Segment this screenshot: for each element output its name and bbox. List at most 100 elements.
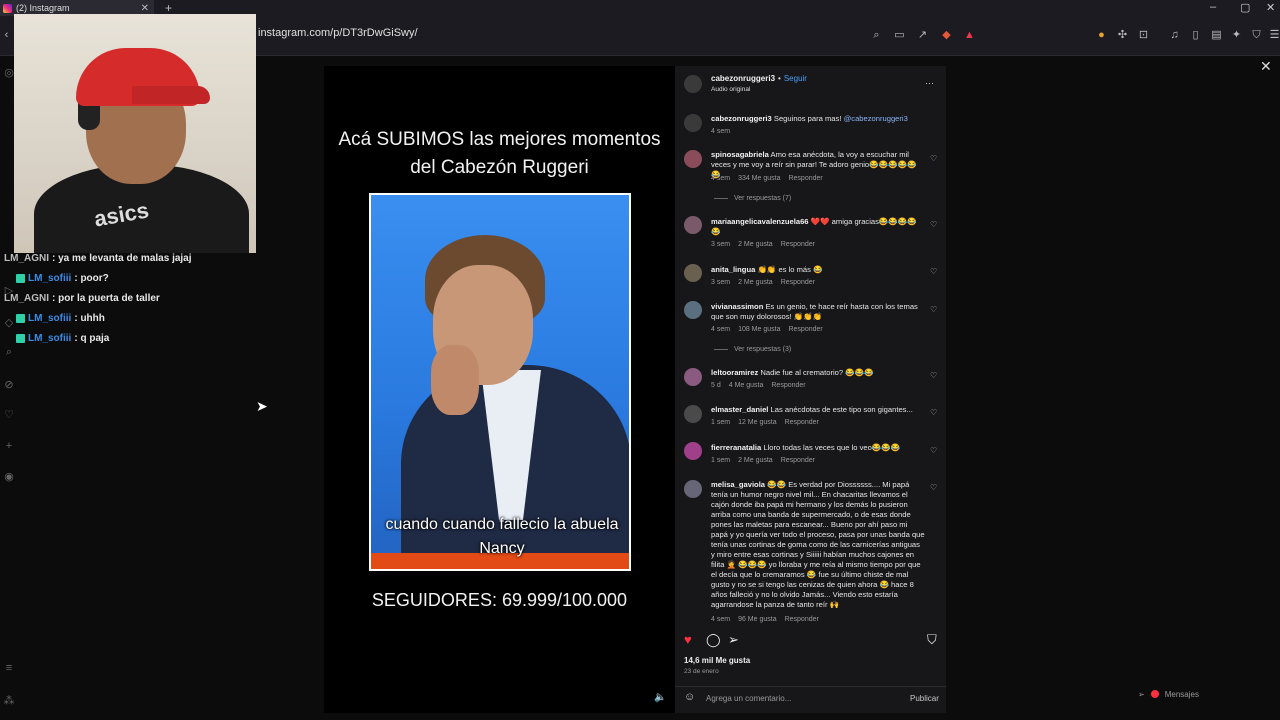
- reply-button[interactable]: Responder: [781, 241, 815, 248]
- comment-user[interactable]: leltooramirez: [711, 368, 758, 377]
- comment-user[interactable]: spinosagabriela: [711, 150, 769, 159]
- comment-meta: 3 sem 2 Me gusta Responder: [711, 279, 815, 286]
- audio-label[interactable]: Audio original: [711, 86, 750, 93]
- avatar[interactable]: [684, 264, 702, 282]
- comment-user[interactable]: melisa_gaviola: [711, 480, 765, 489]
- instagram-icon: [3, 3, 12, 13]
- brave-shield-icon[interactable]: ◆: [940, 29, 953, 42]
- minimize-button[interactable]: –: [1210, 1, 1216, 13]
- caption-mention[interactable]: @cabezonruggeri3: [844, 114, 908, 123]
- address-bar[interactable]: instagram.com/p/DT3rDwGiSwy/: [258, 27, 418, 39]
- comment-user[interactable]: mariaangelicavalenzuela66: [711, 217, 809, 226]
- brave-rewards-icon[interactable]: ▲: [963, 29, 976, 42]
- comment-likes[interactable]: 96 Me gusta: [738, 616, 777, 623]
- like-comment-icon[interactable]: ♡: [930, 220, 937, 229]
- close-tab-icon[interactable]: ✕: [141, 3, 149, 14]
- like-comment-icon[interactable]: ♡: [930, 267, 937, 276]
- reply-button[interactable]: Responder: [781, 457, 815, 464]
- comment-user[interactable]: anita_lingua: [711, 265, 755, 274]
- apps-icon[interactable]: ⁂: [2, 694, 16, 708]
- comment-likes[interactable]: 4 Me gusta: [729, 382, 764, 389]
- comment-user[interactable]: vivianassimon: [711, 302, 763, 311]
- cast-icon[interactable]: ▭: [893, 29, 906, 42]
- sound-icon[interactable]: 🔈: [654, 692, 666, 703]
- create-icon[interactable]: +: [2, 440, 16, 454]
- menu-icon[interactable]: ☰: [1268, 29, 1280, 42]
- extension-icon[interactable]: ●: [1095, 29, 1108, 42]
- view-replies-label[interactable]: Ver respuestas (3): [734, 346, 791, 353]
- view-replies[interactable]: Ver respuestas (3): [714, 346, 791, 353]
- compass-icon[interactable]: ⊘: [2, 378, 16, 392]
- avatar[interactable]: [684, 480, 702, 498]
- more-options-icon[interactable]: ···: [925, 78, 934, 88]
- reply-button[interactable]: Responder: [788, 175, 822, 182]
- share-send-icon[interactable]: ➢: [728, 632, 739, 648]
- like-comment-icon[interactable]: ♡: [930, 154, 937, 163]
- music-icon[interactable]: ♫: [1168, 29, 1181, 42]
- video-title: Acá SUBIMOS las mejores momentos del Cab…: [338, 129, 661, 178]
- bookmark-icon[interactable]: ⛉: [927, 632, 937, 648]
- comment-likes[interactable]: 2 Me gusta: [738, 241, 773, 248]
- like-comment-icon[interactable]: ♡: [930, 371, 937, 380]
- avatar[interactable]: [684, 405, 702, 423]
- avatar[interactable]: [684, 442, 702, 460]
- extensions-puzzle-icon[interactable]: ✣: [1116, 29, 1129, 42]
- new-tab-button[interactable]: +: [165, 1, 172, 15]
- comment-icon[interactable]: ◯: [706, 632, 721, 648]
- reply-button[interactable]: Responder: [785, 419, 819, 426]
- zoom-icon[interactable]: ⌕: [870, 29, 883, 42]
- profile-icon[interactable]: ◉: [2, 470, 16, 484]
- chat-message: LM_sofiii : poor?: [16, 273, 109, 284]
- vpn-icon[interactable]: ⛉: [1250, 29, 1263, 42]
- comment-likes[interactable]: 334 Me gusta: [738, 175, 780, 182]
- reply-button[interactable]: Responder: [788, 326, 822, 333]
- comment-input[interactable]: Agrega un comentario...: [706, 694, 791, 703]
- sidebar-icon[interactable]: ▯: [1189, 29, 1202, 42]
- search-icon[interactable]: ⌕: [2, 346, 16, 360]
- like-comment-icon[interactable]: ♡: [930, 446, 937, 455]
- comment-user[interactable]: fierreranatalia: [711, 443, 761, 452]
- like-comment-icon[interactable]: ♡: [930, 483, 937, 492]
- post-author[interactable]: cabezonruggeri3: [711, 74, 775, 83]
- view-replies[interactable]: Ver respuestas (7): [714, 195, 791, 202]
- chat-badge-icon: [16, 274, 25, 283]
- more-menu-icon[interactable]: ≡: [2, 662, 16, 676]
- reply-button[interactable]: Responder: [781, 279, 815, 286]
- heart-icon[interactable]: ♡: [2, 408, 16, 422]
- comment-likes[interactable]: 2 Me gusta: [738, 279, 773, 286]
- like-comment-icon[interactable]: ♡: [930, 408, 937, 417]
- comment-meta: 4 sem 96 Me gusta Responder: [711, 616, 819, 623]
- avatar[interactable]: [684, 216, 702, 234]
- avatar[interactable]: [684, 368, 702, 386]
- close-icon[interactable]: ✕: [1260, 58, 1272, 75]
- messages-button[interactable]: ➢ Mensajes: [1138, 686, 1238, 702]
- avatar[interactable]: [684, 301, 702, 319]
- avatar[interactable]: [684, 114, 702, 132]
- avatar[interactable]: [684, 150, 702, 168]
- publish-button[interactable]: Publicar: [910, 694, 939, 703]
- comment-likes[interactable]: 108 Me gusta: [738, 326, 780, 333]
- caption-user[interactable]: cabezonruggeri3: [711, 114, 772, 123]
- reply-button[interactable]: Responder: [785, 616, 819, 623]
- like-heart-icon[interactable]: ♥: [684, 632, 692, 647]
- like-count[interactable]: 14,6 mil Me gusta: [684, 656, 750, 665]
- comment-likes[interactable]: 2 Me gusta: [738, 457, 773, 464]
- comment-likes[interactable]: 12 Me gusta: [738, 419, 777, 426]
- avatar[interactable]: [684, 75, 702, 93]
- close-window-button[interactable]: ✕: [1266, 1, 1275, 14]
- reply-button[interactable]: Responder: [771, 382, 805, 389]
- caption-time: 4 sem: [711, 128, 731, 135]
- screenshot-icon[interactable]: ⊡: [1137, 29, 1150, 42]
- comment-user[interactable]: elmaster_daniel: [711, 405, 768, 414]
- view-replies-label[interactable]: Ver respuestas (7): [734, 195, 791, 202]
- leo-icon[interactable]: ✦: [1230, 29, 1243, 42]
- explore-icon[interactable]: ◇: [2, 316, 16, 330]
- clip-hand: [431, 345, 479, 415]
- like-comment-icon[interactable]: ♡: [930, 305, 937, 314]
- back-icon[interactable]: ‹: [0, 29, 13, 42]
- emoji-icon[interactable]: ☺: [684, 691, 695, 703]
- wallet-icon[interactable]: ▤: [1210, 29, 1223, 42]
- maximize-button[interactable]: ▢: [1240, 1, 1250, 14]
- share-icon[interactable]: ↗: [916, 29, 929, 42]
- follow-button[interactable]: Seguir: [784, 74, 807, 83]
